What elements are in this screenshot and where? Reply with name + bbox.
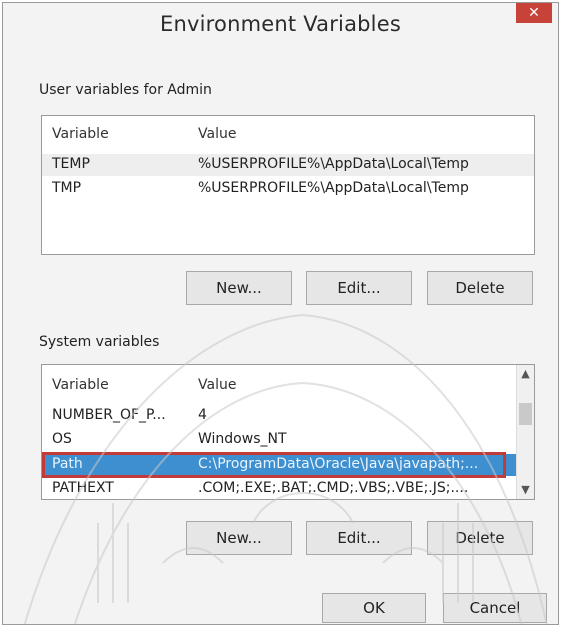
table-row[interactable]: OS Windows_NT: [42, 429, 534, 451]
table-row[interactable]: NUMBER_OF_P... 4: [42, 405, 534, 427]
user-new-button[interactable]: New...: [186, 271, 292, 305]
column-header-variable[interactable]: Variable: [52, 126, 109, 142]
variable-value: 4: [198, 407, 207, 423]
column-header-variable[interactable]: Variable: [52, 377, 109, 393]
close-button[interactable]: ✕: [516, 3, 552, 23]
title-bar: Environment Variables ✕: [3, 3, 558, 49]
environment-variables-dialog: Environment Variables ✕ User variables f…: [2, 2, 559, 625]
table-row[interactable]: TEMP %USERPROFILE%\AppData\Local\Temp: [42, 154, 534, 176]
user-edit-button[interactable]: Edit...: [306, 271, 412, 305]
scrollbar-thumb[interactable]: [519, 403, 532, 425]
vertical-scrollbar[interactable]: ▲ ▼: [516, 365, 534, 499]
chevron-down-icon[interactable]: ▼: [517, 481, 534, 499]
system-new-button[interactable]: New...: [186, 521, 292, 555]
selection-highlight: [42, 452, 506, 478]
variable-value: %USERPROFILE%\AppData\Local\Temp: [198, 156, 469, 172]
variable-value: %USERPROFILE%\AppData\Local\Temp: [198, 180, 469, 196]
cancel-button[interactable]: Cancel: [443, 593, 547, 623]
table-row[interactable]: TMP %USERPROFILE%\AppData\Local\Temp: [42, 178, 534, 200]
user-variables-label: User variables for Admin: [39, 82, 212, 98]
system-edit-button[interactable]: Edit...: [306, 521, 412, 555]
user-variables-list: Variable Value TEMP %USERPROFILE%\AppDat…: [41, 115, 535, 255]
variable-name: TMP: [52, 180, 82, 196]
column-header-value[interactable]: Value: [198, 377, 236, 393]
variable-value: .COM;.EXE;.BAT;.CMD;.VBS;.VBE;.JS;....: [198, 480, 469, 496]
variable-name: PATHEXT: [52, 480, 114, 496]
chevron-up-icon[interactable]: ▲: [517, 365, 534, 383]
close-icon: ✕: [528, 5, 540, 21]
system-delete-button[interactable]: Delete: [427, 521, 533, 555]
variable-name: TEMP: [52, 156, 90, 172]
variable-name: NUMBER_OF_P...: [52, 407, 166, 423]
table-row[interactable]: PATHEXT .COM;.EXE;.BAT;.CMD;.VBS;.VBE;.J…: [42, 478, 534, 499]
variable-value: Windows_NT: [198, 431, 287, 447]
system-variables-list: Variable Value NUMBER_OF_P... 4 OS Windo…: [41, 364, 535, 500]
column-header-value[interactable]: Value: [198, 126, 236, 142]
ok-button[interactable]: OK: [322, 593, 426, 623]
system-variables-label: System variables: [39, 334, 160, 350]
variable-name: OS: [52, 431, 72, 447]
user-delete-button[interactable]: Delete: [427, 271, 533, 305]
window-title: Environment Variables: [160, 12, 401, 36]
